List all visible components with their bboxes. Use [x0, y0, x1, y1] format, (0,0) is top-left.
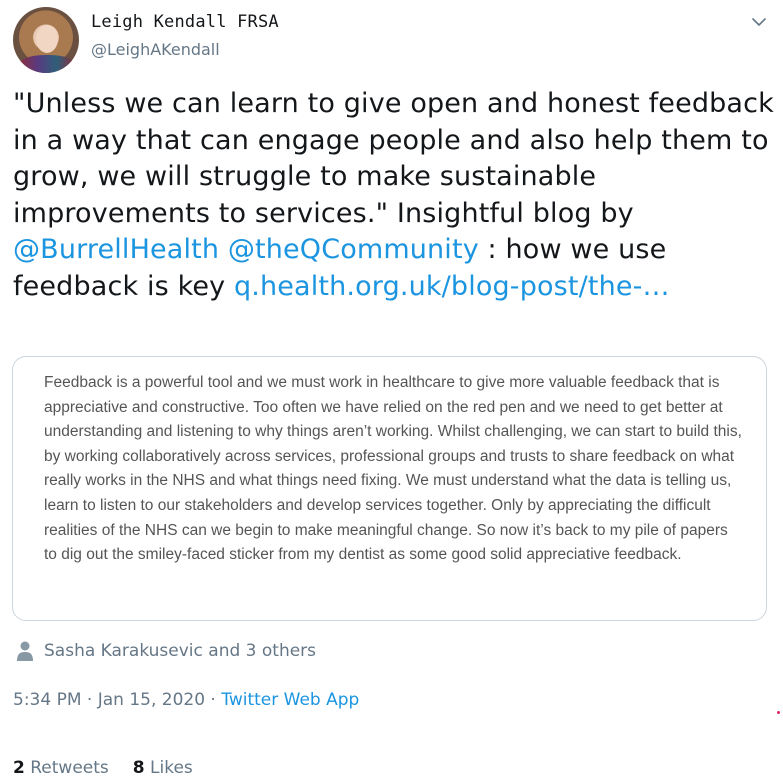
- user-icon: [17, 641, 33, 661]
- meta-separator-2: ·: [205, 690, 222, 710]
- quote-image-text: Feedback is a powerful tool and we must …: [44, 374, 742, 564]
- likes-count: 8: [132, 758, 145, 778]
- avatar-scarf: [19, 55, 75, 73]
- tweet-text-part1: "Unless we can learn to give open and ho…: [13, 88, 774, 229]
- retweets-label: Retweets: [30, 758, 109, 778]
- quote-image-card[interactable]: Feedback is a powerful tool and we must …: [12, 356, 767, 621]
- author-avatar[interactable]: [13, 7, 79, 73]
- source-app-link[interactable]: Twitter Web App: [221, 690, 359, 710]
- chevron-down-icon[interactable]: [749, 12, 769, 32]
- tweet-text: "Unless we can learn to give open and ho…: [13, 86, 775, 305]
- tweet-meta: 5:34 PM · Jan 15, 2020 · Twitter Web App: [13, 690, 359, 710]
- tweet-stats: 2 Retweets 8 Likes: [13, 758, 193, 778]
- author-handle[interactable]: @LeighAKendall: [91, 40, 220, 59]
- author-display-name[interactable]: Leigh Kendall FRSA: [91, 12, 279, 32]
- liked-by-text: Sasha Karakusevic and 3 others: [44, 641, 317, 661]
- tweet-date[interactable]: Jan 15, 2020: [98, 690, 205, 710]
- avatar-face: [36, 25, 58, 53]
- tweet-link[interactable]: q.health.org.uk/blog-post/the-…: [234, 271, 670, 302]
- meta-separator: ·: [81, 690, 98, 710]
- retweets-count: 2: [13, 758, 25, 778]
- likes-label: Likes: [150, 758, 193, 778]
- mention-burrellhealth[interactable]: @BurrellHealth: [13, 234, 219, 265]
- mention-theqcommunity[interactable]: @theQCommunity: [228, 234, 479, 265]
- tweet-time[interactable]: 5:34 PM: [13, 690, 82, 710]
- likes-stat[interactable]: 8 Likes: [133, 758, 193, 778]
- liked-by-row[interactable]: Sasha Karakusevic and 3 others: [15, 639, 316, 663]
- decorative-dot: [777, 711, 780, 714]
- retweets-stat[interactable]: 2 Retweets: [13, 758, 109, 778]
